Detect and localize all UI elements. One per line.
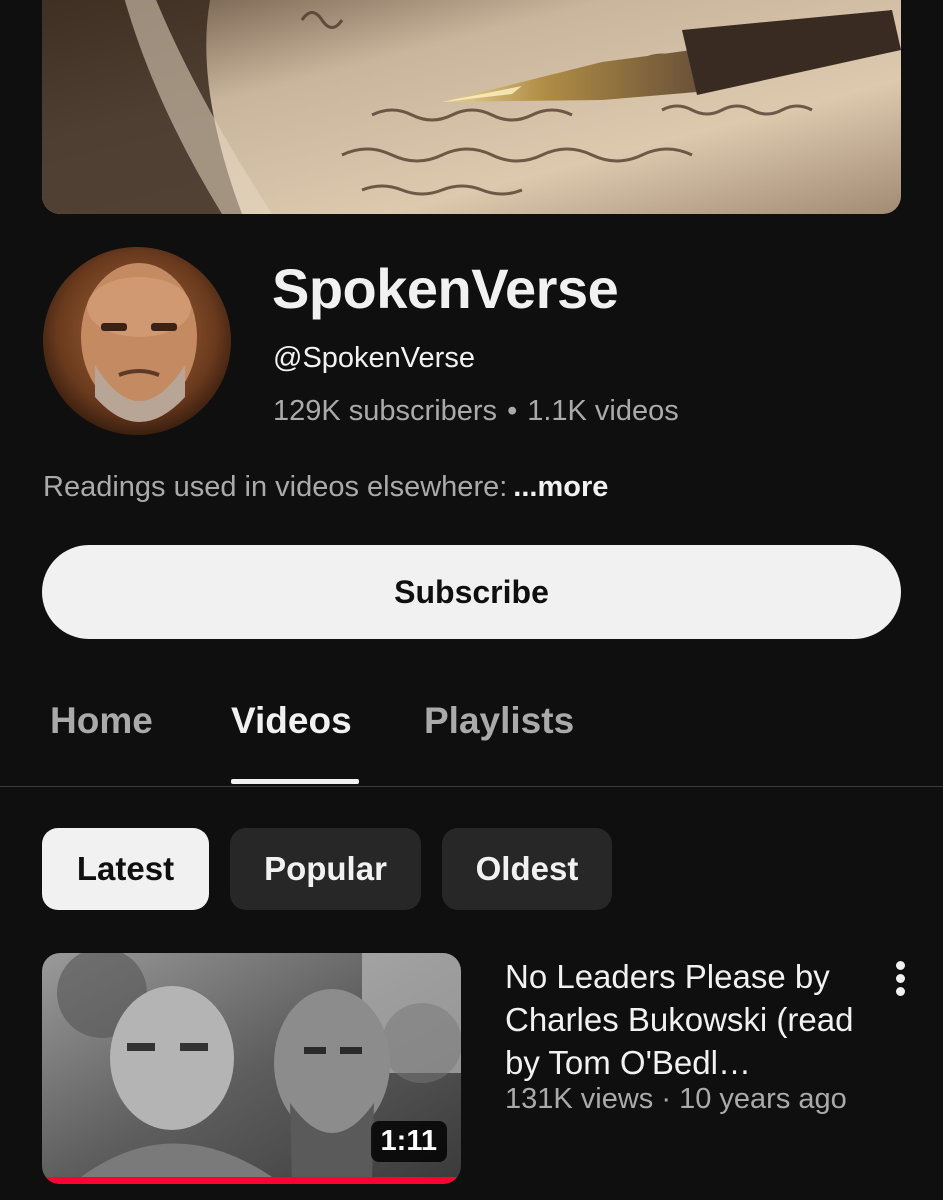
channel-description[interactable]: Readings used in videos elsewhere: ...mor…: [43, 471, 608, 504]
video-views: 131K views: [505, 1083, 654, 1115]
filter-chip-latest[interactable]: Latest: [42, 828, 209, 910]
subscriber-count: 129K subscribers: [273, 395, 498, 427]
active-tab-indicator: [231, 779, 359, 784]
meta-separator: ·: [661, 1083, 672, 1115]
tab-videos[interactable]: Videos: [231, 700, 352, 742]
channel-banner: [42, 0, 901, 214]
subscribe-button[interactable]: Subscribe: [42, 545, 901, 639]
filter-chip-oldest[interactable]: Oldest: [442, 828, 612, 910]
video-count: 1.1K videos: [527, 395, 679, 427]
kebab-dot: [896, 961, 905, 970]
video-meta: 131K views · 10 years ago: [505, 1083, 847, 1116]
channel-handle: @SpokenVerse: [273, 342, 475, 374]
filter-chip-popular[interactable]: Popular: [230, 828, 421, 910]
stats-separator: •: [507, 395, 518, 427]
video-duration: 1:11: [370, 1121, 447, 1162]
kebab-dot: [896, 987, 905, 996]
video-age: 10 years ago: [679, 1083, 847, 1115]
channel-tabs: Home Videos Playlists: [0, 690, 943, 787]
tab-home[interactable]: Home: [50, 700, 153, 742]
description-text: Readings used in videos elsewhere:: [43, 471, 508, 503]
channel-stats: 129K subscribers • 1.1K videos: [273, 395, 679, 428]
video-thumbnail[interactable]: 1:11: [42, 953, 461, 1184]
channel-name: SpokenVerse: [272, 257, 619, 320]
kebab-vertical-icon[interactable]: [884, 955, 918, 999]
watch-progress-bar: [42, 1177, 461, 1184]
video-title[interactable]: No Leaders Please by Charles Bukowski (r…: [505, 955, 865, 1084]
tab-playlists[interactable]: Playlists: [424, 700, 574, 742]
channel-avatar[interactable]: [43, 247, 231, 435]
kebab-dot: [896, 974, 905, 983]
more-link[interactable]: ...more: [513, 471, 608, 503]
